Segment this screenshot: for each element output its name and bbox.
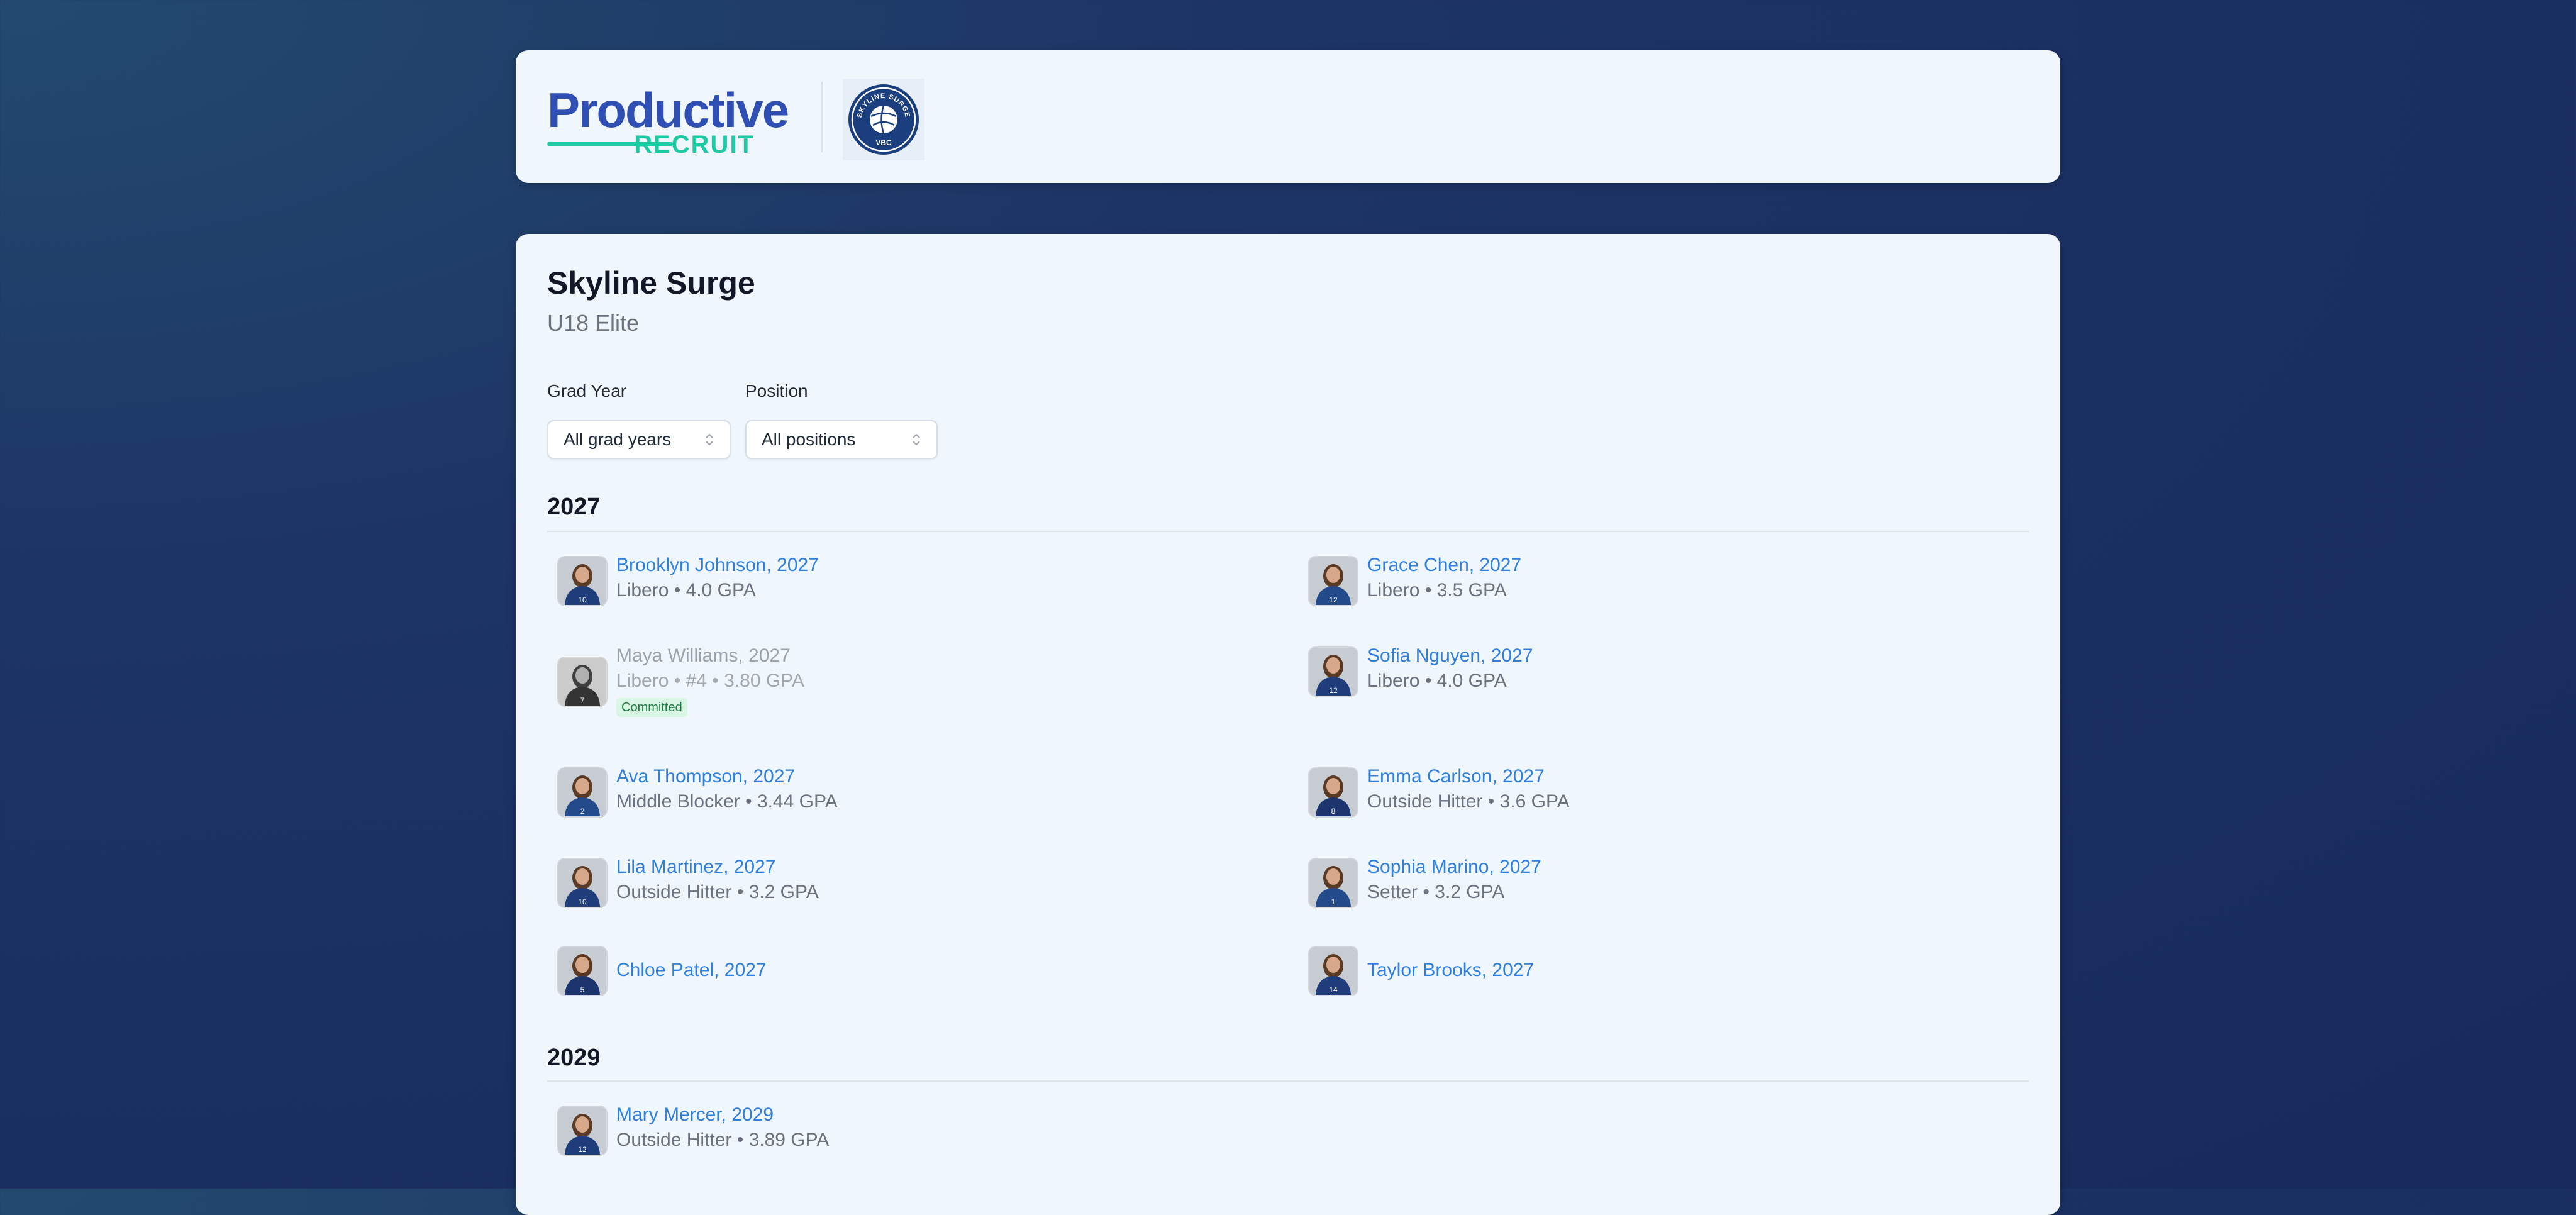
svg-text:8: 8 [1331,807,1336,816]
player-card[interactable]: 14 Taylor Brooks, 2027 [1298,946,1990,1009]
player-avatar[interactable]: 10 [557,858,608,908]
player-card[interactable]: 10 Brooklyn Johnson, 2027 Libero • 4.0 GPA [547,553,1239,616]
brand-sub: RECRUIT [634,131,755,158]
player-meta: Outside Hitter • 3.89 GPA [616,1129,830,1150]
grad-year-label: Grad Year [547,381,627,401]
grad-year-select-value: All grad years [564,430,672,449]
player-avatar[interactable]: 7 [557,657,608,707]
player-name-link[interactable]: Lila Martinez, 2027 [616,855,775,879]
svg-text:5: 5 [580,985,585,994]
player-name-link[interactable]: Sofia Nguyen, 2027 [1367,644,1533,668]
svg-text:12: 12 [1329,686,1338,695]
player-meta: Outside Hitter • 3.6 GPA [1367,791,1570,812]
player-card[interactable]: 7 Maya Williams, 2027 Libero • #4 • 3.80 G… [547,644,1239,717]
svg-text:12: 12 [1329,596,1338,604]
brand-logo[interactable]: Productive RECRUIT [547,82,789,158]
player-avatar[interactable]: 8 [1308,767,1358,818]
club-logo: SKYLINE SURGE VBC [843,79,924,160]
page-title: Skyline Surge [547,265,755,301]
player-meta: Outside Hitter • 3.2 GPA [616,882,819,902]
roster-card: Skyline Surge U18 Elite Grad Year Positi… [516,234,2060,1215]
player-avatar[interactable]: 5 [557,946,608,996]
team-division: U18 Elite [547,310,640,336]
player-card[interactable]: 1 Sophia Marino, 2027 Setter • 3.2 GPA [1298,855,1990,918]
updown-chevron-icon [706,433,713,446]
player-name-link[interactable]: Mary Mercer, 2029 [616,1103,774,1127]
svg-text:14: 14 [1329,985,1338,994]
grad-year-select[interactable]: All grad years [547,420,731,459]
player-card[interactable]: 10 Lila Martinez, 2027 Outside Hitter • 3.… [547,855,1239,918]
committed-badge: Committed [616,698,687,717]
player-meta: Libero • 3.5 GPA [1367,580,1507,601]
year-heading-2027: 2027 [547,494,601,520]
player-name-link[interactable]: Ava Thompson, 2027 [616,765,795,789]
player-avatar[interactable]: 14 [1308,946,1358,996]
svg-text:12: 12 [578,1145,587,1154]
player-card[interactable]: 8 Emma Carlson, 2027 Outside Hitter • 3.6 … [1298,765,1990,828]
player-name-link[interactable]: Chloe Patel, 2027 [616,958,767,982]
brand-word: Productive [547,82,789,138]
player-name-link[interactable]: Emma Carlson, 2027 [1367,765,1545,789]
player-name-link[interactable]: Maya Williams, 2027 [616,644,791,668]
year-divider [547,1080,2029,1082]
player-meta: Libero • #4 • 3.80 GPA [616,670,804,691]
svg-text:7: 7 [580,696,585,705]
player-name-link[interactable]: Taylor Brooks, 2027 [1367,958,1534,982]
svg-text:1: 1 [1331,897,1336,906]
player-name-link[interactable]: Brooklyn Johnson, 2027 [616,553,819,577]
svg-text:10: 10 [578,596,587,604]
player-card[interactable]: 2 Ava Thompson, 2027 Middle Blocker • 3.44… [547,765,1239,828]
player-avatar[interactable]: 10 [557,556,608,606]
club-logo-initials: VBC [875,138,892,147]
header-card: Productive RECRUIT SKYLINE SURGE VBC [516,50,2060,183]
player-name-link[interactable]: Grace Chen, 2027 [1367,553,1521,577]
player-avatar[interactable]: 12 [557,1106,608,1156]
player-card[interactable]: 12 Mary Mercer, 2029 Outside Hitter • 3.89… [547,1103,1239,1166]
player-avatar[interactable]: 12 [1308,556,1358,606]
updown-chevron-icon [913,433,920,446]
position-select[interactable]: All positions [745,420,938,459]
player-meta: Libero • 4.0 GPA [1367,670,1507,691]
header-divider [821,82,823,152]
svg-text:10: 10 [578,897,587,906]
year-heading-2029: 2029 [547,1045,601,1071]
svg-text:2: 2 [580,807,585,816]
player-avatar[interactable]: 2 [557,767,608,818]
position-select-value: All positions [762,430,856,449]
player-avatar[interactable]: 12 [1308,646,1358,697]
player-card[interactable]: 12 Sofia Nguyen, 2027 Libero • 4.0 GPA [1298,644,1990,707]
player-card[interactable]: 12 Grace Chen, 2027 Libero • 3.5 GPA [1298,553,1990,616]
player-meta: Setter • 3.2 GPA [1367,882,1505,902]
player-card[interactable]: 5 Chloe Patel, 2027 [547,946,1239,1009]
player-meta: Libero • 4.0 GPA [616,580,756,601]
year-divider [547,531,2029,532]
player-meta: Middle Blocker • 3.44 GPA [616,791,838,812]
player-name-link[interactable]: Sophia Marino, 2027 [1367,855,1541,879]
position-label: Position [745,381,808,401]
player-avatar[interactable]: 1 [1308,858,1358,908]
